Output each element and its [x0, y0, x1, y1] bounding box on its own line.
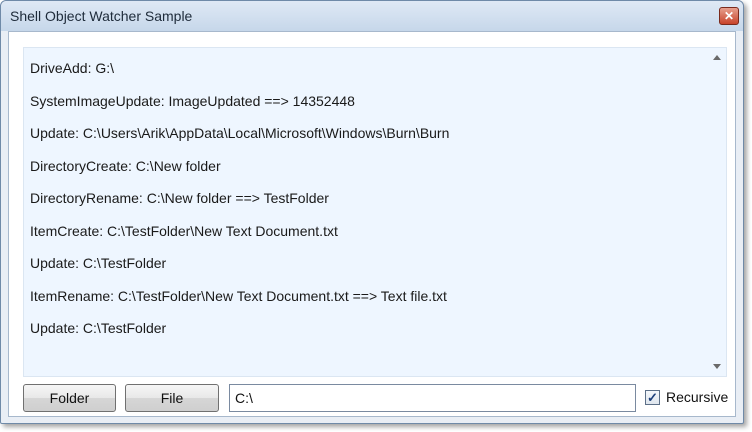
close-button[interactable]: ✕: [719, 7, 739, 25]
list-item[interactable]: SystemImageUpdate: ImageUpdated ==> 1435…: [30, 89, 706, 122]
event-list[interactable]: DriveAdd: G:\ SystemImageUpdate: ImageUpd…: [23, 47, 727, 377]
list-item[interactable]: ItemRename: C:\TestFolder\New Text Docum…: [30, 284, 706, 317]
window-title: Shell Object Watcher Sample: [10, 8, 193, 24]
client-area: DriveAdd: G:\ SystemImageUpdate: ImageUpd…: [8, 31, 736, 417]
recursive-checkbox[interactable]: ✓: [645, 390, 660, 405]
file-button[interactable]: File: [125, 384, 219, 412]
checkmark-icon: ✓: [647, 390, 658, 405]
list-item[interactable]: Update: C:\TestFolder: [30, 251, 706, 284]
title-bar[interactable]: Shell Object Watcher Sample ✕: [1, 1, 743, 31]
list-item[interactable]: Update: C:\TestFolder: [30, 316, 706, 349]
close-icon: ✕: [723, 9, 735, 23]
event-list-items: DriveAdd: G:\ SystemImageUpdate: ImageUpd…: [30, 56, 706, 349]
scroll-up-arrow-icon[interactable]: [713, 55, 721, 60]
list-item[interactable]: DirectoryCreate: C:\New folder: [30, 154, 706, 187]
list-item[interactable]: DirectoryRename: C:\New folder ==> TestF…: [30, 186, 706, 219]
app-window: Shell Object Watcher Sample ✕ DriveAdd: …: [0, 0, 744, 424]
list-item[interactable]: DriveAdd: G:\: [30, 56, 706, 89]
scroll-down-arrow-icon[interactable]: [713, 364, 721, 369]
vertical-scrollbar[interactable]: [709, 48, 726, 376]
path-input[interactable]: [229, 384, 636, 412]
list-item[interactable]: Update: C:\Users\Arik\AppData\Local\Micr…: [30, 121, 706, 154]
recursive-label[interactable]: Recursive: [666, 389, 728, 405]
folder-button[interactable]: Folder: [23, 384, 116, 412]
list-item[interactable]: ItemCreate: C:\TestFolder\New Text Docum…: [30, 219, 706, 252]
